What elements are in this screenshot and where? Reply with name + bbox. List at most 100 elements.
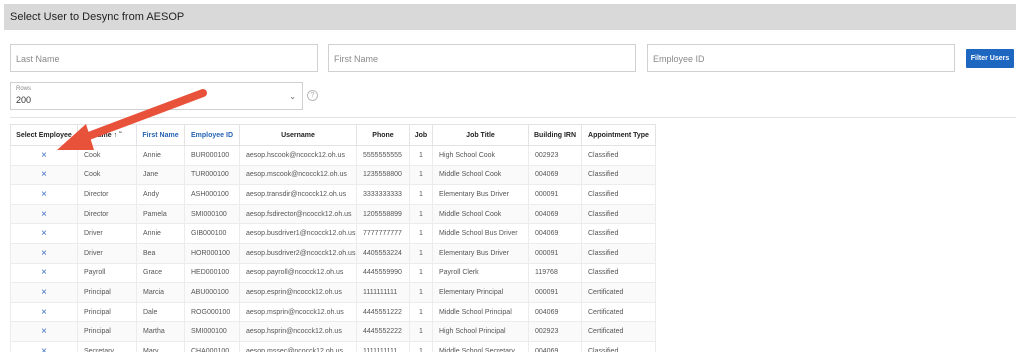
col-name[interactable]: Name ↑ ˜	[77, 124, 137, 146]
cell-building-irn: 004069	[528, 301, 582, 323]
cell-phone: 1111111111	[356, 282, 410, 303]
last-name-input[interactable]: Last Name	[10, 44, 318, 72]
cell-employee-id: HED000100	[184, 262, 240, 284]
cell-last-name: Director	[77, 184, 137, 205]
cell-phone: 3333333333	[356, 184, 410, 205]
table-row: × Principal Marcia ABU000100 aesop.esprin@nc…	[10, 282, 656, 303]
cell-job-title: Middle School Bus Driver	[432, 223, 529, 244]
x-icon[interactable]: ×	[10, 301, 78, 323]
cell-appointment-type: Classified	[581, 262, 656, 284]
col-job-title[interactable]: Job Title	[432, 124, 529, 146]
help-icon[interactable]: ?	[307, 90, 318, 101]
employee-id-placeholder: Employee ID	[653, 54, 705, 64]
cell-job: 1	[409, 340, 433, 352]
rows-label: Rows	[16, 86, 32, 92]
col-phone[interactable]: Phone	[356, 124, 410, 146]
cell-username: aesop.busdriver2@ncocck12.oh.us	[239, 242, 357, 264]
cell-first-name: Andy	[136, 184, 185, 205]
cell-employee-id: ASH000100	[184, 184, 240, 205]
cell-appointment-type: Classified	[581, 242, 656, 264]
rows-select[interactable]: Rows 200 ⌄	[10, 82, 303, 110]
cell-building-irn: 002923	[528, 145, 582, 166]
cell-employee-id: ABU000100	[184, 282, 240, 303]
table-row: × Director Pamela SMI000100 aesop.fsdirector…	[10, 203, 656, 225]
table-row: × Principal Martha SMI000100 aesop.hsprin@nc…	[10, 321, 656, 342]
cell-first-name: Annie	[136, 145, 185, 166]
x-icon[interactable]: ×	[10, 340, 78, 352]
col-job[interactable]: Job	[409, 124, 433, 146]
x-icon[interactable]: ×	[10, 184, 78, 205]
cell-appointment-type: Classified	[581, 203, 656, 225]
cell-building-irn: 000091	[528, 184, 582, 205]
cell-employee-id: HOR000100	[184, 242, 240, 264]
filter-users-button[interactable]: Filter Users	[966, 49, 1014, 68]
col-building-irn[interactable]: Building IRN	[528, 124, 582, 146]
cell-username: aesop.msprin@ncocck12.oh.us	[239, 301, 357, 323]
cell-first-name: Annie	[136, 223, 185, 244]
cell-first-name: Bea	[136, 242, 185, 264]
cell-last-name: Cook	[77, 145, 137, 166]
table-row: × Driver Bea HOR000100 aesop.busdriver2@ncoc…	[10, 242, 656, 264]
cell-username: aesop.mssec@ncocck12.oh.us	[239, 340, 357, 352]
cell-employee-id: SMI000100	[184, 203, 240, 225]
cell-last-name: Principal	[77, 321, 137, 342]
cell-last-name: Cook	[77, 164, 137, 186]
cell-phone: 4405553224	[356, 242, 410, 264]
table-row: × Principal Dale ROG000100 aesop.msprin@ncoc…	[10, 301, 656, 323]
cell-username: aesop.payroll@ncocck12.oh.us	[239, 262, 357, 284]
cell-username: aesop.fsdirector@ncocck12.oh.us	[239, 203, 357, 225]
cell-phone: 1205558899	[356, 203, 410, 225]
cell-employee-id: BUR000100	[184, 145, 240, 166]
col-select-employee[interactable]: Select Employee	[10, 124, 78, 146]
users-table: Select Employee Name ↑ ˜ First Name Empl…	[10, 124, 656, 352]
cell-phone: 7777777777	[356, 223, 410, 244]
cell-phone: 4445551222	[356, 301, 410, 323]
cell-first-name: Mary	[136, 340, 185, 352]
page-title-bar: Select User to Desync from AESOP	[4, 4, 1016, 30]
table-row: × Cook Jane TUR000100 aesop.mscook@ncocck12.…	[10, 164, 656, 186]
x-icon[interactable]: ×	[10, 203, 78, 225]
last-name-placeholder: Last Name	[16, 54, 60, 64]
cell-first-name: Pamela	[136, 203, 185, 225]
cell-first-name: Marcia	[136, 282, 185, 303]
x-icon[interactable]: ×	[10, 262, 78, 284]
cell-last-name: Driver	[77, 242, 137, 264]
cell-job-title: Elementary Principal	[432, 282, 529, 303]
col-appointment-type[interactable]: Appointment Type	[581, 124, 656, 146]
cell-employee-id: TUR000100	[184, 164, 240, 186]
employee-id-input[interactable]: Employee ID	[647, 44, 955, 72]
cell-job-title: Middle School Secretary	[432, 340, 529, 352]
x-icon[interactable]: ×	[10, 223, 78, 244]
table-header-row: Select Employee Name ↑ ˜ First Name Empl…	[10, 124, 656, 146]
page-title: Select User to Desync from AESOP	[10, 11, 185, 23]
cell-first-name: Grace	[136, 262, 185, 284]
table-row: × Secretary Mary CHA000100 aesop.mssec@ncocc…	[10, 340, 656, 352]
cell-username: aesop.hscook@ncocck12.oh.us	[239, 145, 357, 166]
first-name-placeholder: First Name	[334, 54, 379, 64]
cell-job-title: Middle School Principal	[432, 301, 529, 323]
cell-job: 1	[409, 223, 433, 244]
col-employee-id[interactable]: Employee ID	[184, 124, 240, 146]
col-first-name[interactable]: First Name	[136, 124, 185, 146]
cell-building-irn: 004069	[528, 164, 582, 186]
cell-last-name: Director	[77, 203, 137, 225]
col-username[interactable]: Username	[239, 124, 357, 146]
cell-job-title: Elementary Bus Driver	[432, 184, 529, 205]
cell-username: aesop.transdir@ncocck12.oh.us	[239, 184, 357, 205]
cell-username: aesop.esprin@ncocck12.oh.us	[239, 282, 357, 303]
cell-job: 1	[409, 321, 433, 342]
cell-job-title: High School Cook	[432, 145, 529, 166]
cell-appointment-type: Certificated	[581, 301, 656, 323]
cell-last-name: Payroll	[77, 262, 137, 284]
x-icon[interactable]: ×	[10, 164, 78, 186]
chevron-down-icon: ⌄	[289, 92, 296, 101]
x-icon[interactable]: ×	[10, 282, 78, 303]
cell-first-name: Dale	[136, 301, 185, 323]
x-icon[interactable]: ×	[10, 321, 78, 342]
cell-job: 1	[409, 203, 433, 225]
cell-building-irn: 004069	[528, 203, 582, 225]
first-name-input[interactable]: First Name	[328, 44, 636, 72]
cell-first-name: Martha	[136, 321, 185, 342]
x-icon[interactable]: ×	[10, 242, 78, 264]
x-icon[interactable]: ×	[10, 145, 78, 166]
